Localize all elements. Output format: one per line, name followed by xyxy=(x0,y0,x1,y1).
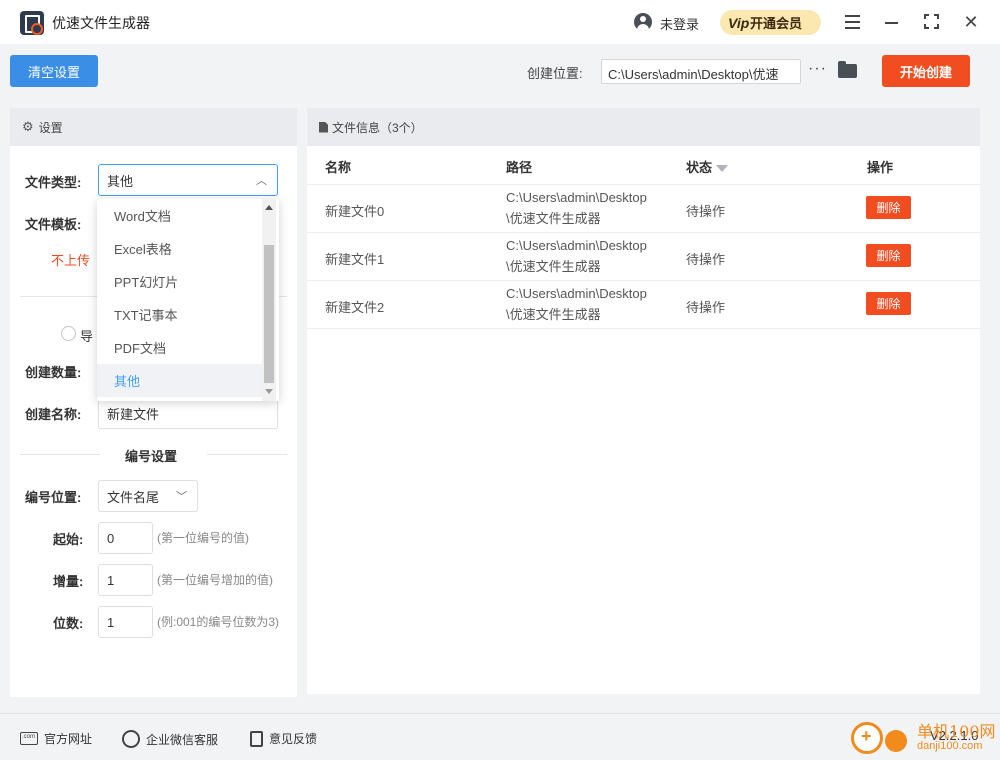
website-label: 官方网址 xyxy=(44,732,93,746)
create-name-input[interactable]: 新建文件 xyxy=(98,397,278,429)
start-input[interactable]: 0 xyxy=(98,522,153,554)
create-name-label: 创建名称: xyxy=(25,407,82,422)
file-type-select[interactable]: 其他 ︿ xyxy=(98,164,278,196)
increment-input[interactable]: 1 xyxy=(98,564,153,596)
row-divider xyxy=(307,184,980,185)
vip-button[interactable]: Vip 开通会员 xyxy=(720,10,821,35)
user-avatar-icon[interactable] xyxy=(634,13,652,31)
table-cell-path: C:\Users\admin\Desktop\优速文件生成器 xyxy=(506,190,647,226)
minimize-icon[interactable] xyxy=(882,12,902,32)
increment-label: 增量: xyxy=(53,574,84,589)
start-label: 起始: xyxy=(53,532,84,547)
vip-icon: Vip xyxy=(728,14,750,31)
dropdown-option-selected[interactable]: 其他 xyxy=(97,364,262,397)
file-type-value: 其他 xyxy=(107,173,134,189)
location-input[interactable]: C:\Users\admin\Desktop\优速 xyxy=(601,59,801,84)
delete-button[interactable]: 删除 xyxy=(866,196,911,219)
location-label: 创建位置: xyxy=(527,66,583,81)
app-logo-icon xyxy=(20,11,44,35)
scroll-up-icon[interactable] xyxy=(265,205,273,210)
close-icon[interactable]: ✕ xyxy=(961,12,981,32)
feedback-link[interactable]: 意见反馈 xyxy=(250,730,317,747)
start-hint: (第一位编号的值) xyxy=(157,531,249,545)
app-title: 优速文件生成器 xyxy=(52,15,150,31)
divider xyxy=(20,454,100,455)
column-header-action: 操作 xyxy=(867,160,894,175)
dropdown-scroll-thumb[interactable] xyxy=(264,245,274,383)
column-header-path: 路径 xyxy=(506,160,533,175)
row-divider xyxy=(307,328,980,329)
wechat-service-label: 企业微信客服 xyxy=(146,732,219,747)
document-icon xyxy=(319,121,328,133)
dropdown-option[interactable]: PPT幻灯片 xyxy=(97,265,262,298)
settings-header: ⚙ 设置 xyxy=(10,108,297,146)
chevron-down-icon: ﹀ xyxy=(176,491,187,503)
dropdown-option[interactable]: TXT记事本 xyxy=(97,298,262,331)
chat-icon xyxy=(122,730,140,748)
website-link[interactable]: 官方网址 xyxy=(20,730,92,747)
feedback-label: 意见反馈 xyxy=(269,732,318,746)
footer-bar: 官方网址 企业微信客服 意见反馈 xyxy=(0,713,1000,760)
delete-button[interactable]: 删除 xyxy=(866,244,911,267)
table-cell-name: 新建文件1 xyxy=(325,252,385,267)
file-type-dropdown: Word文档 Excel表格 PPT幻灯片 TXT记事本 PDF文档 其他 xyxy=(97,199,279,401)
column-header-name: 名称 xyxy=(325,160,352,175)
gear-icon: ⚙ xyxy=(22,119,34,134)
wechat-service-link[interactable]: 企业微信客服 xyxy=(122,730,218,748)
dropdown-option[interactable]: Word文档 xyxy=(97,199,262,232)
import-radio-label: 导 xyxy=(80,329,94,344)
numbering-section-title: 编号设置 xyxy=(125,449,178,464)
table-cell-name: 新建文件0 xyxy=(325,204,385,219)
table-cell-status: 待操作 xyxy=(686,252,726,267)
number-position-label: 编号位置: xyxy=(25,490,82,505)
watermark-text: 单机100网 xyxy=(917,722,996,741)
settings-header-label: 设置 xyxy=(38,120,63,135)
website-icon xyxy=(20,732,38,745)
folder-icon[interactable] xyxy=(838,61,857,78)
feedback-icon xyxy=(250,730,263,747)
scroll-down-icon[interactable] xyxy=(265,389,273,394)
row-divider xyxy=(307,232,980,233)
start-create-button[interactable]: 开始创建 xyxy=(882,55,970,87)
watermark-dot-icon xyxy=(885,730,907,752)
file-info-header: 文件信息（3个） xyxy=(307,108,980,146)
table-cell-path: C:\Users\admin\Desktop\优速文件生成器 xyxy=(506,238,647,274)
dropdown-option[interactable]: Excel表格 xyxy=(97,232,262,265)
column-header-status-label: 状态 xyxy=(686,160,713,175)
table-cell-status: 待操作 xyxy=(686,300,726,315)
more-icon[interactable]: ··· xyxy=(808,60,827,78)
file-info-header-label: 文件信息（3个） xyxy=(332,120,423,135)
column-header-status[interactable]: 状态 xyxy=(686,157,729,176)
dropdown-option[interactable]: PDF文档 xyxy=(97,331,262,364)
digits-label: 位数: xyxy=(53,616,84,631)
digits-input[interactable]: 1 xyxy=(98,606,153,638)
chevron-up-icon: ︿ xyxy=(256,175,267,187)
digits-hint: (例:001的编号位数为3) xyxy=(157,615,280,629)
table-cell-status: 待操作 xyxy=(686,204,726,219)
maximize-icon[interactable] xyxy=(922,12,942,32)
menu-icon[interactable] xyxy=(843,12,863,32)
file-info-panel: 文件信息（3个） 名称 路径 状态 操作 新建文件0 C:\Users\admi… xyxy=(307,108,980,694)
filter-icon[interactable] xyxy=(716,165,729,173)
import-radio[interactable] xyxy=(61,326,76,341)
login-status[interactable]: 未登录 xyxy=(660,14,699,33)
watermark-url: danji100.com xyxy=(917,740,983,752)
number-position-value: 文件名尾 xyxy=(107,489,160,505)
clear-settings-button[interactable]: 清空设置 xyxy=(10,55,98,87)
table-cell-path: C:\Users\admin\Desktop\优速文件生成器 xyxy=(506,286,647,322)
delete-button[interactable]: 删除 xyxy=(866,292,911,315)
file-type-label: 文件类型: xyxy=(25,175,82,190)
no-upload-note: 不上传 xyxy=(51,253,91,268)
number-position-select[interactable]: 文件名尾 ﹀ xyxy=(98,480,198,512)
vip-label: 开通会员 xyxy=(750,16,803,31)
create-count-label: 创建数量: xyxy=(25,365,82,380)
row-divider xyxy=(307,280,980,281)
increment-hint: (第一位编号增加的值) xyxy=(157,573,273,587)
title-bar: 优速文件生成器 未登录 Vip 开通会员 ✕ xyxy=(0,0,1000,44)
divider xyxy=(207,454,287,455)
file-template-label: 文件模板: xyxy=(25,217,82,232)
table-cell-name: 新建文件2 xyxy=(325,300,385,315)
watermark-logo-icon xyxy=(851,722,883,754)
